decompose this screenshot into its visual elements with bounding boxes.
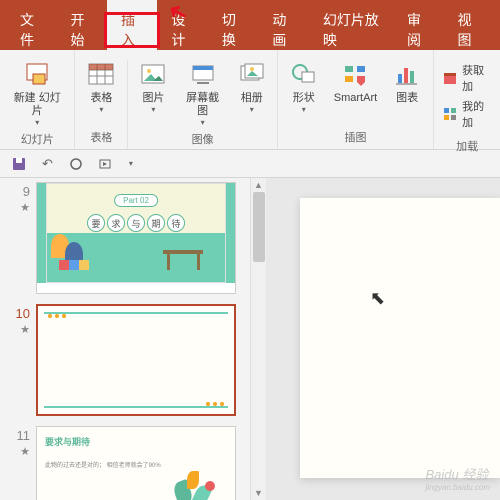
thumbnail-number: 9★ [8, 182, 30, 294]
new-slide-icon [21, 58, 53, 90]
group-label-addins: 加载 [438, 136, 496, 156]
ribbon-tabs: 文件 开始 插入 设计 切换 动画 幻灯片放映 审阅 视图 [0, 10, 500, 50]
scrollbar-thumb[interactable] [253, 192, 265, 262]
thumbnails-scrollbar[interactable]: ▲ ▼ [250, 178, 266, 500]
start-from-beginning-button[interactable] [95, 155, 117, 173]
current-slide[interactable]: ⬉ [300, 198, 500, 478]
shapes-button[interactable]: 形状 ▾ [282, 56, 326, 116]
shapes-icon [288, 58, 320, 90]
new-slide-button[interactable]: 新建 幻灯片 ▾ [4, 56, 70, 129]
slide9-part-badge: Part 02 [114, 194, 158, 207]
chart-label: 图表 [396, 92, 418, 105]
scroll-down-icon[interactable]: ▼ [254, 488, 263, 498]
redo-button[interactable] [65, 155, 87, 173]
chevron-down-icon: ▾ [151, 105, 155, 114]
chevron-down-icon: ▾ [250, 105, 254, 114]
table-button[interactable]: 表格 ▾ [79, 56, 123, 116]
new-slide-label: 新建 幻灯片 [10, 92, 64, 118]
pictures-label: 图片 [142, 92, 164, 105]
my-addins-label: 我的加 [462, 98, 492, 130]
addins-icon [442, 106, 458, 122]
thumbnail-9[interactable]: Part 02 要 求 与 期 待 [36, 182, 236, 294]
quick-access-toolbar: ↶ ▾ [0, 150, 500, 178]
group-label-slides: 幻灯片 [4, 129, 70, 149]
thumbnail-number: 10★ [8, 304, 30, 416]
slide11-title: 要求与期待 [45, 435, 227, 448]
ribbon-group-addins: 获取加 我的加 加载 [434, 50, 500, 149]
ribbon-group-images: 图片 ▾ 屏幕截图 ▾ 相册 ▾ 图像 [128, 50, 277, 149]
chart-icon [391, 58, 423, 90]
ribbon: 新建 幻灯片 ▾ 幻灯片 表格 ▾ 表格 图片 ▾ [0, 50, 500, 150]
group-label-images: 图像 [132, 129, 272, 149]
smartart-label: SmartArt [334, 92, 377, 105]
group-label-tables: 表格 [79, 127, 123, 147]
thumbnail-11-row: 11★ 要求与期待 此物的过去还是对的； 相信老师就会了90% [8, 426, 242, 500]
slide9-desk-art [163, 240, 213, 270]
chevron-down-icon: ▾ [99, 105, 103, 114]
undo-button[interactable]: ↶ [38, 154, 57, 174]
animation-star-icon: ★ [20, 324, 30, 336]
slide-thumbnails-panel: 9★ Part 02 要 求 与 期 待 [0, 178, 250, 500]
group-label-illustrations: 插图 [282, 127, 429, 147]
ribbon-group-slides: 新建 幻灯片 ▾ 幻灯片 [0, 50, 75, 149]
slide9-title: 要 求 与 期 待 [87, 214, 185, 232]
animation-star-icon: ★ [20, 446, 30, 458]
get-addins-label: 获取加 [462, 62, 492, 94]
thumbnail-10-row: 10★ [8, 304, 242, 416]
thumbnail-9-row: 9★ Part 02 要 求 与 期 待 [8, 182, 242, 294]
table-icon [85, 58, 117, 90]
workspace: 9★ Part 02 要 求 与 期 待 [0, 178, 500, 500]
shapes-label: 形状 [293, 92, 315, 105]
screenshot-label: 屏幕截图 [182, 92, 222, 118]
ribbon-group-tables: 表格 ▾ 表格 [75, 50, 128, 149]
smartart-icon [339, 58, 371, 90]
scroll-up-icon[interactable]: ▲ [254, 180, 263, 190]
slide9-characters-art [51, 224, 101, 274]
chevron-down-icon: ▾ [35, 118, 39, 127]
watermark: Baidu 经验 jingyan.baidu.com [426, 464, 490, 492]
pictures-button[interactable]: 图片 ▾ [132, 56, 174, 116]
photo-album-icon [236, 58, 268, 90]
chart-button[interactable]: 图表 [385, 56, 429, 107]
chevron-down-icon: ▾ [302, 105, 306, 114]
pictures-icon [137, 58, 169, 90]
chevron-down-icon: ▾ [201, 118, 205, 127]
cursor-icon: ⬉ [370, 288, 385, 309]
thumbnail-10[interactable] [36, 304, 236, 416]
tab-insert[interactable]: 插入 [107, 0, 157, 60]
thumbnail-11[interactable]: 要求与期待 此物的过去还是对的； 相信老师就会了90% [36, 426, 236, 500]
my-addins-button[interactable]: 我的加 [442, 98, 492, 130]
store-icon [442, 70, 458, 86]
qat-customize-button[interactable]: ▾ [125, 157, 137, 170]
smartart-button[interactable]: SmartArt [328, 56, 383, 107]
slide-canvas-area: ⬉ [266, 178, 500, 500]
save-button[interactable] [8, 155, 30, 173]
photo-album-label: 相册 [241, 92, 263, 105]
photo-album-button[interactable]: 相册 ▾ [231, 56, 273, 116]
screenshot-button[interactable]: 屏幕截图 ▾ [176, 56, 228, 129]
get-addins-button[interactable]: 获取加 [442, 62, 492, 94]
ribbon-group-illustrations: 形状 ▾ SmartArt 图表 插图 [278, 50, 434, 149]
slide11-plant-art [167, 463, 227, 500]
table-label: 表格 [90, 92, 112, 105]
thumbnail-number: 11★ [8, 426, 30, 500]
screenshot-icon [187, 58, 219, 90]
animation-star-icon: ★ [20, 202, 30, 214]
